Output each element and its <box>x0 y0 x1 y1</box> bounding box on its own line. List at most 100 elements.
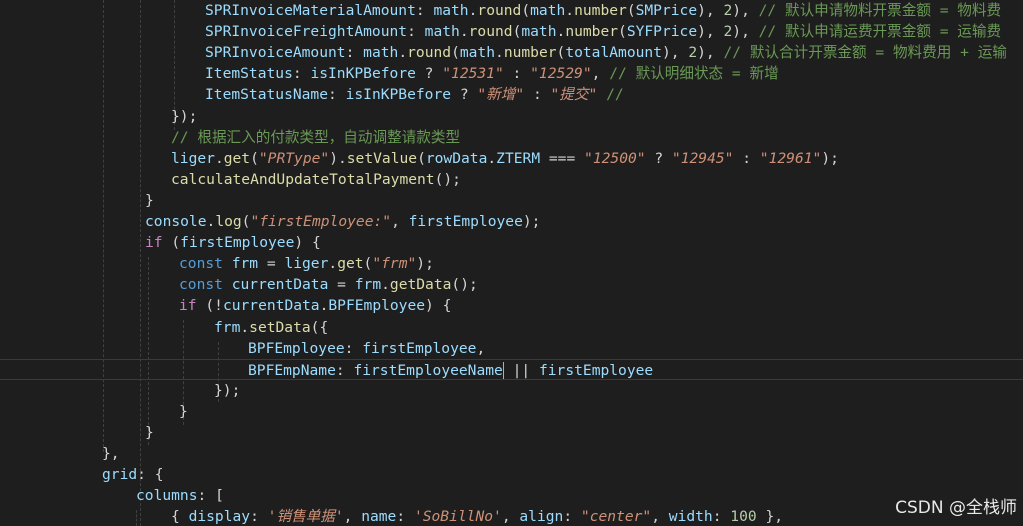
code-token: number <box>574 2 627 19</box>
code-token: isInKPBefore <box>310 65 416 83</box>
code-token: : <box>563 508 581 526</box>
code-token: // 默认合计开票金额 = 物料费用 + 运输 <box>723 44 1007 62</box>
code-token: ); <box>416 255 434 273</box>
code-token: "PRType" <box>258 149 330 167</box>
code-token: ItemStatusName <box>205 86 329 104</box>
code-token: rowData <box>425 149 488 167</box>
code-token: math <box>459 44 496 62</box>
code-line[interactable]: ItemStatusName: isInKPBefore ? "新增" : "提… <box>0 84 1023 105</box>
code-token: align <box>519 508 564 526</box>
code-editor[interactable]: SPRInvoiceMaterialAmount: math. round ( mat… <box>0 0 1023 526</box>
code-token: : <box>415 2 434 19</box>
code-line[interactable]: // 根据汇入的付款类型，自动调整请款类型 <box>0 127 1023 148</box>
code-line[interactable]: { display: '销售单据', name: 'SoBillNo', ali… <box>0 506 1023 526</box>
code-token: if <box>179 297 197 315</box>
code-token: } <box>145 191 154 209</box>
code-token: . <box>328 255 338 273</box>
code-token: : { <box>137 466 164 484</box>
code-token: isInKPBefore <box>345 86 452 104</box>
code-token: BPFEmpName <box>248 361 336 379</box>
code-token: // 默认明细状态 = 新增 <box>609 65 779 83</box>
code-token: . <box>240 318 250 336</box>
code-line[interactable]: frm.setData({ <box>0 317 1023 338</box>
code-token: firstEmployee <box>362 339 477 357</box>
code-token: (); <box>451 276 478 294</box>
code-token: if <box>145 234 163 252</box>
code-line[interactable]: if (!currentData.BPFEmployee) { <box>0 295 1023 316</box>
code-token: round <box>407 44 452 62</box>
code-token: : <box>328 86 346 104</box>
code-line[interactable]: BPFEmployee: firstEmployee, <box>0 338 1023 359</box>
code-token: ZTERM <box>496 149 541 167</box>
code-token: math <box>363 44 399 62</box>
code-line[interactable]: SPRInvoiceAmount: math.round(math.number… <box>0 42 1023 63</box>
code-token: ); <box>821 149 839 167</box>
code-token: ({ <box>310 318 329 336</box>
code-token: || <box>503 361 539 379</box>
code-line[interactable]: }); <box>0 380 1023 401</box>
code-token: : <box>335 361 354 379</box>
code-token: ) { <box>425 297 452 315</box>
code-line[interactable]: } <box>0 401 1023 422</box>
code-token: totalAmount <box>565 44 662 62</box>
current-code-line[interactable]: BPFEmpName: firstEmployeeName || firstEm… <box>0 358 1023 380</box>
code-token: "12529" <box>530 65 592 83</box>
code-token: 100 <box>730 508 757 526</box>
code-token: ? <box>415 65 443 83</box>
code-token: get <box>223 149 251 167</box>
code-token: setData <box>249 318 311 336</box>
code-line[interactable]: console.log("firstEmployee:", firstEmplo… <box>0 211 1023 232</box>
code-token: 2 <box>723 23 733 41</box>
code-token: . <box>565 2 575 19</box>
code-token: "12531" <box>442 65 504 83</box>
code-line[interactable]: columns: [ <box>0 485 1023 506</box>
code-line[interactable]: ItemStatus: isInKPBefore ? "12531" : "12… <box>0 63 1023 84</box>
code-token: : [ <box>197 487 224 505</box>
code-token: . <box>487 149 497 167</box>
code-line[interactable]: SPRInvoiceMaterialAmount: math.round(mat… <box>0 0 1023 21</box>
code-token: . <box>495 44 504 62</box>
code-token: const <box>179 276 223 294</box>
code-token: 2 <box>688 44 698 62</box>
code-token: 2 <box>723 2 733 19</box>
code-line[interactable]: if (firstEmployee) { <box>0 232 1023 253</box>
code-token: liger <box>284 255 329 273</box>
code-line[interactable]: }); <box>0 106 1023 127</box>
code-token: getData <box>389 276 452 294</box>
code-line[interactable]: } <box>0 422 1023 443</box>
code-line[interactable]: grid: { <box>0 464 1023 485</box>
code-token: ), <box>732 2 759 19</box>
code-line[interactable]: const currentData = frm.getData(); <box>0 274 1023 295</box>
code-line[interactable]: SPRInvoiceFreightAmount: math.round(math… <box>0 21 1023 42</box>
code-token: . <box>381 276 390 294</box>
code-token: columns <box>136 487 198 505</box>
code-token: : <box>712 508 731 526</box>
code-token: frm <box>231 255 259 273</box>
code-token: math <box>521 23 557 41</box>
code-token: ), <box>661 44 689 62</box>
code-token: ? <box>451 86 478 104</box>
code-token: , <box>343 508 362 526</box>
code-token: . <box>214 149 224 167</box>
code-token: math <box>433 2 469 19</box>
code-token: round <box>468 23 513 41</box>
code-line[interactable]: calculateAndUpdateTotalPayment(); <box>0 169 1023 190</box>
code-token: ), <box>697 23 724 41</box>
code-token: (! <box>196 297 223 315</box>
code-token: liger <box>171 149 215 167</box>
code-token: SPRInvoiceMaterialAmount <box>205 2 416 19</box>
code-line[interactable]: } <box>0 190 1023 211</box>
code-token: currentData <box>222 297 320 315</box>
code-token: , <box>651 508 669 526</box>
code-token: // 默认申请物料开票金额 = 物料费 <box>758 2 1002 19</box>
code-line[interactable]: liger.get("PRType").setValue(rowData.ZTE… <box>0 148 1023 169</box>
code-line[interactable]: const frm = liger.get("frm"); <box>0 253 1023 274</box>
code-token: : <box>503 65 531 83</box>
code-token: ). <box>329 149 347 167</box>
code-line[interactable]: }, <box>0 443 1023 464</box>
code-token: log <box>215 213 242 230</box>
code-token: "12500" <box>584 149 646 167</box>
code-token: (); <box>434 170 461 188</box>
code-token: "frm" <box>372 255 417 273</box>
code-token: ( <box>626 2 636 19</box>
